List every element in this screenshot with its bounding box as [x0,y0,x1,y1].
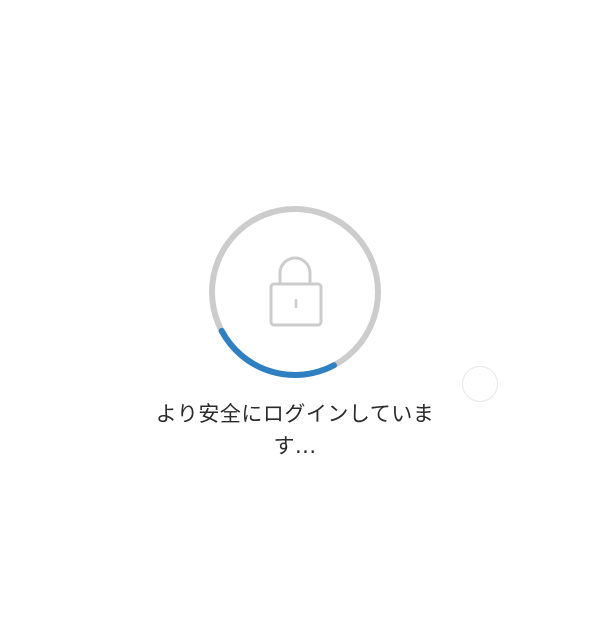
loading-message-line1: より安全にログインしていま [155,402,435,426]
loading-spinner [208,205,382,379]
spinner-progress-arc [209,206,381,378]
loading-message-line2: す... [273,434,317,458]
login-loading-screen: より安全にログインしていま す... [0,0,592,618]
lock-icon [269,256,323,327]
loading-message: より安全にログインしていま す... [136,398,454,462]
spinner-graphic [209,206,381,378]
floating-circle-button[interactable] [462,366,498,402]
